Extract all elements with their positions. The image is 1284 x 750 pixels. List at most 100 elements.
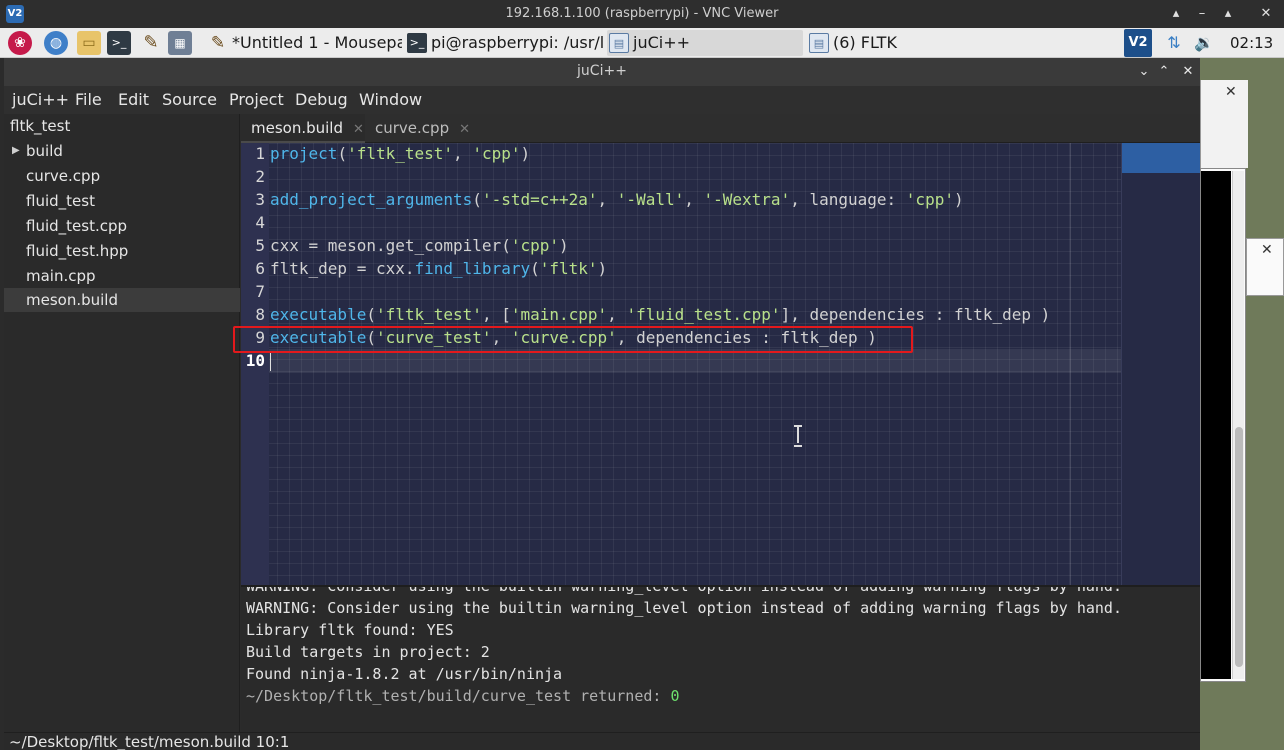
menu-bar: juCi++ File Edit Source Project Debug Wi… bbox=[4, 86, 1200, 114]
menu-edit[interactable]: Edit bbox=[118, 90, 149, 109]
background-window[interactable]: ✕ bbox=[1246, 238, 1284, 296]
close-icon[interactable]: ✕ bbox=[459, 122, 470, 137]
line-number: 8 bbox=[255, 305, 265, 324]
return-code: 0 bbox=[670, 687, 680, 705]
code-line-3: add_project_arguments('-std=c++2a', '-Wa… bbox=[270, 190, 964, 209]
tab-label: curve.cpp bbox=[375, 119, 450, 137]
status-bar: ~/Desktop/fltk_test/meson.build 10:1 bbox=[4, 732, 1200, 750]
minimap[interactable] bbox=[1121, 143, 1200, 585]
minimize-button[interactable]: ⌄ bbox=[1134, 62, 1154, 82]
task-juci-label: juCi++ bbox=[633, 33, 691, 52]
tree-item-fluid-test[interactable]: fluid_test bbox=[4, 189, 240, 213]
menu-debug[interactable]: Debug bbox=[295, 90, 348, 109]
editor-area: meson.build ✕ curve.cpp ✕ 1 2 3 4 5 6 7 8 … bbox=[241, 114, 1200, 732]
background-fltk-window[interactable] bbox=[1200, 168, 1246, 682]
terminal-line: Build targets in project: 2 bbox=[246, 643, 490, 661]
close-icon[interactable]: ✕ bbox=[1225, 84, 1237, 100]
file-manager-icon[interactable]: ▭ bbox=[77, 31, 101, 55]
archive-icon[interactable]: ▦ bbox=[168, 31, 192, 55]
vnc-close-button[interactable]: ✕ bbox=[1256, 4, 1276, 24]
tree-item-fluid-test-cpp[interactable]: fluid_test.cpp bbox=[4, 214, 240, 238]
terminal-icon[interactable]: >_ bbox=[107, 31, 131, 55]
vnc-maximize-button[interactable]: ▴ bbox=[1218, 4, 1238, 24]
menu-file[interactable]: File bbox=[75, 90, 102, 109]
line-number: 7 bbox=[255, 282, 265, 301]
terminal-line: WARNING: Consider using the builtin warn… bbox=[246, 585, 1122, 595]
menu-project[interactable]: Project bbox=[229, 90, 284, 109]
raspberry-menu-icon[interactable]: ❀ bbox=[8, 31, 32, 55]
volume-icon[interactable]: 🔉 bbox=[1193, 32, 1215, 54]
terminal-line: Found ninja-1.8.2 at /usr/bin/ninja bbox=[246, 665, 563, 683]
close-icon[interactable]: ✕ bbox=[1261, 242, 1273, 258]
code-line-8: executable('fltk_test', ['main.cpp', 'fl… bbox=[270, 305, 1051, 324]
menu-juci[interactable]: juCi++ bbox=[12, 90, 69, 109]
task-mousepad[interactable]: ✎ *Untitled 1 - Mousepad bbox=[206, 30, 402, 56]
tree-item-build[interactable]: ▶ build bbox=[4, 139, 240, 163]
task-terminal-label: pi@raspberrypi: /usr/lo... bbox=[431, 33, 605, 52]
code-line-5: cxx = meson.get_compiler('cpp') bbox=[270, 236, 569, 255]
task-terminal[interactable]: >_ pi@raspberrypi: /usr/lo... bbox=[405, 30, 605, 56]
line-number: 3 bbox=[255, 190, 265, 209]
tab-bar: meson.build ✕ curve.cpp ✕ bbox=[241, 114, 1200, 143]
highlight-box bbox=[233, 326, 913, 353]
vnc-viewer-screen: V2 192.168.1.100 (raspberrypi) - VNC Vie… bbox=[0, 0, 1284, 750]
terminal-output[interactable]: WARNING: Consider using the builtin warn… bbox=[241, 585, 1200, 732]
code-editor[interactable]: 1 2 3 4 5 6 7 8 9 10 project('fltk_test'… bbox=[241, 143, 1200, 585]
network-icon[interactable]: ⇅ bbox=[1163, 32, 1185, 54]
tree-item-fluid-test-hpp[interactable]: fluid_test.hpp bbox=[4, 239, 240, 263]
tree-item-meson-build[interactable]: meson.build bbox=[4, 288, 240, 312]
minimap-viewport[interactable] bbox=[1122, 143, 1200, 173]
scrollbar[interactable] bbox=[1232, 171, 1244, 679]
expand-arrow-icon[interactable]: ▶ bbox=[12, 139, 20, 163]
line-number: 6 bbox=[255, 259, 265, 278]
pencil-icon: ✎ bbox=[210, 33, 226, 53]
tree-item-main-cpp[interactable]: main.cpp bbox=[4, 264, 240, 288]
line-number: 2 bbox=[255, 167, 265, 186]
terminal-line: Library fltk found: YES bbox=[246, 621, 454, 639]
text-caret bbox=[270, 353, 271, 371]
vnc-title-bar: V2 192.168.1.100 (raspberrypi) - VNC Vie… bbox=[0, 0, 1284, 28]
tab-meson-build[interactable]: meson.build ✕ bbox=[241, 114, 365, 143]
juci-window: juCi++ ⌄ ⌃ ✕ juCi++ File Edit Source Pro… bbox=[4, 58, 1200, 750]
fltk-canvas bbox=[1201, 171, 1231, 679]
vnc-tray-icon[interactable]: V2 bbox=[1124, 29, 1152, 57]
line-number: 1 bbox=[255, 144, 265, 163]
task-juci[interactable]: ▤ juCi++ bbox=[607, 30, 803, 56]
status-path: ~/Desktop/fltk_test/meson.build 10:1 bbox=[9, 733, 290, 750]
window-icon: ▤ bbox=[609, 33, 629, 53]
line-number: 4 bbox=[255, 213, 265, 232]
window-title: juCi++ bbox=[577, 63, 627, 79]
clock[interactable]: 02:13 bbox=[1230, 34, 1273, 52]
tree-item-label: build bbox=[26, 142, 63, 160]
window-icon: ▤ bbox=[809, 33, 829, 53]
code-line-6: fltk_dep = cxx.find_library('fltk') bbox=[270, 259, 608, 278]
terminal-return-line: ~/Desktop/fltk_test/build/curve_test ret… bbox=[246, 685, 679, 707]
web-browser-icon[interactable]: ◍ bbox=[44, 31, 68, 55]
juci-title-bar: juCi++ ⌄ ⌃ ✕ bbox=[4, 58, 1200, 86]
background-window[interactable]: ✕ bbox=[1200, 80, 1248, 168]
maximize-button[interactable]: ⌃ bbox=[1154, 62, 1174, 82]
terminal-icon: >_ bbox=[407, 33, 427, 53]
text-editor-icon[interactable]: ✎ bbox=[139, 31, 163, 55]
terminal-line: WARNING: Consider using the builtin warn… bbox=[246, 599, 1122, 617]
vnc-toolbar-toggle-icon[interactable]: ▴ bbox=[1166, 4, 1186, 24]
code-line-1: project('fltk_test', 'cpp') bbox=[270, 144, 531, 163]
file-tree: fltk_test ▶ build curve.cpp fluid_test f… bbox=[4, 114, 240, 732]
menu-window[interactable]: Window bbox=[359, 90, 422, 109]
task-fltk[interactable]: ▤ (6) FLTK bbox=[807, 30, 1003, 56]
mouse-ibeam-cursor-icon bbox=[794, 425, 802, 447]
menu-source[interactable]: Source bbox=[162, 90, 217, 109]
vnc-minimize-button[interactable]: – bbox=[1192, 4, 1212, 24]
tree-root[interactable]: fltk_test bbox=[4, 114, 240, 138]
line-number-gutter: 1 2 3 4 5 6 7 8 9 10 bbox=[241, 143, 269, 585]
tree-item-curve-cpp[interactable]: curve.cpp bbox=[4, 164, 240, 188]
close-icon[interactable]: ✕ bbox=[353, 122, 364, 137]
scrollbar-thumb[interactable] bbox=[1235, 427, 1243, 667]
right-margin-guide bbox=[1070, 143, 1071, 585]
line-number-current: 10 bbox=[245, 351, 265, 370]
task-fltk-label: (6) FLTK bbox=[833, 33, 897, 52]
tab-curve-cpp[interactable]: curve.cpp ✕ bbox=[365, 114, 475, 143]
taskbar: ❀ ◍ ▭ >_ ✎ ▦ ✎ *Untitled 1 - Mousepad >_… bbox=[0, 28, 1284, 58]
close-button[interactable]: ✕ bbox=[1178, 62, 1198, 82]
tab-label: meson.build bbox=[251, 119, 343, 137]
